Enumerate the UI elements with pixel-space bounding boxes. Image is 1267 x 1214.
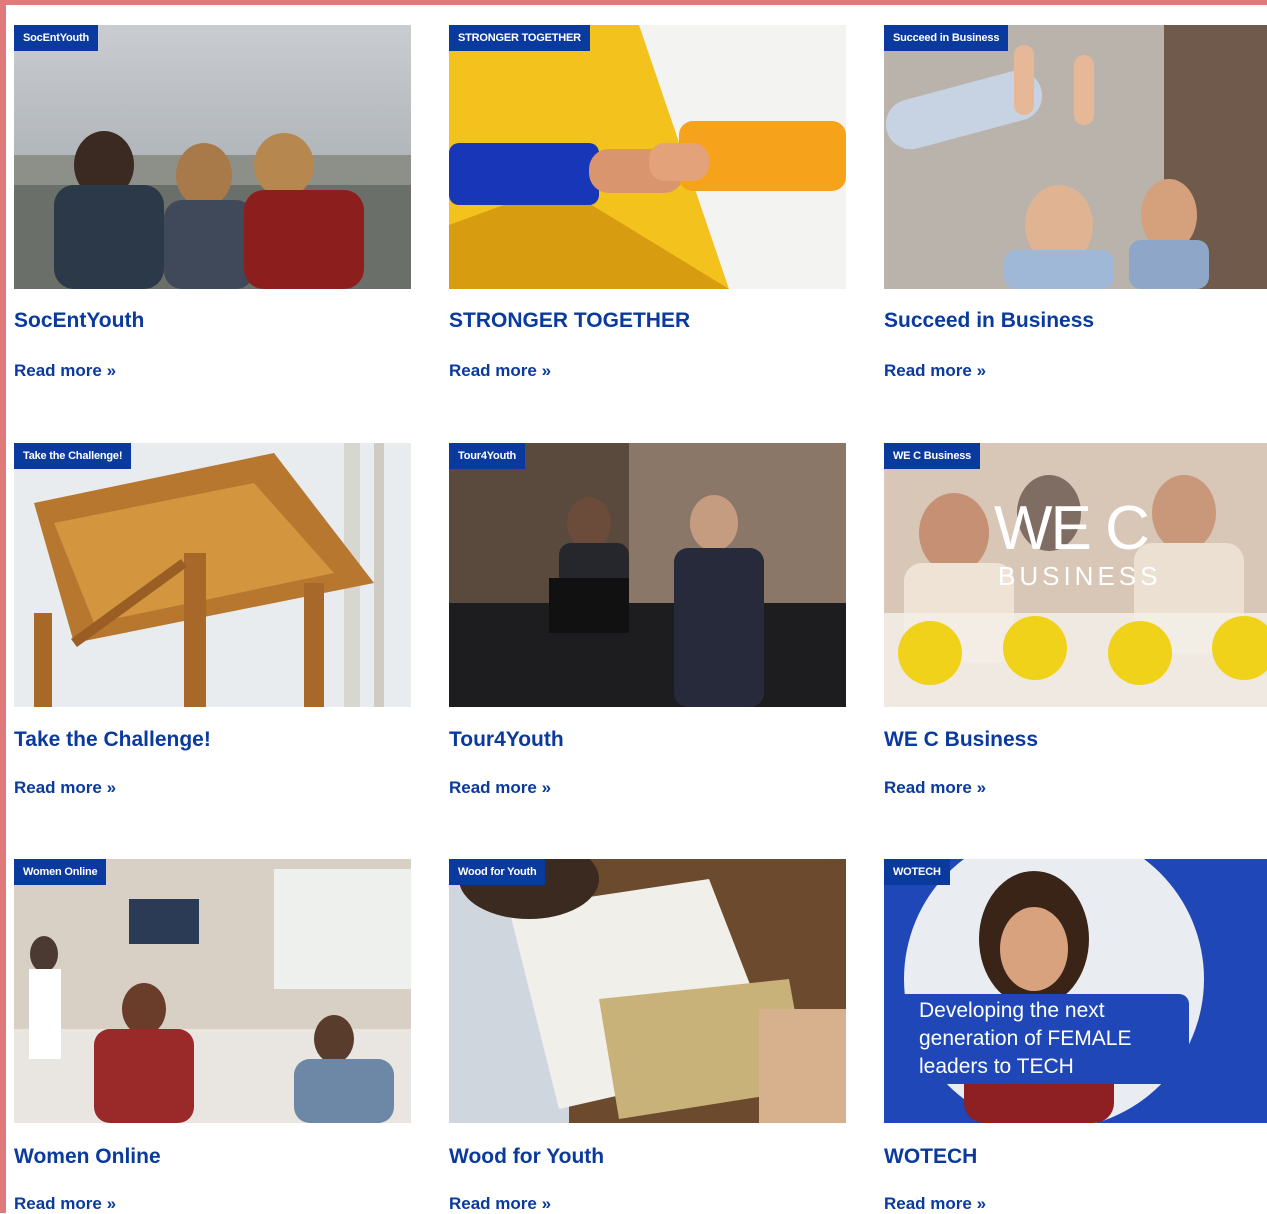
project-tag: Women Online — [14, 859, 107, 885]
we-c-logo-text: WE C — [994, 494, 1150, 563]
project-image-women-online[interactable]: Women Online — [14, 859, 411, 1123]
project-tag: Tour4Youth — [449, 443, 526, 469]
read-more-link[interactable]: Read more » — [449, 778, 551, 798]
project-image-take-the-challenge[interactable]: Take the Challenge! — [14, 443, 411, 707]
project-tag: STRONGER TOGETHER — [449, 25, 590, 51]
smiling-woman-tech-image — [884, 859, 1267, 1123]
people-overlooking-city-image — [14, 25, 411, 289]
project-image-wotech[interactable]: Developing the next generation of FEMALE… — [884, 859, 1267, 1123]
women-high-five-image — [884, 25, 1267, 289]
project-title[interactable]: Take the Challenge! — [14, 728, 211, 752]
workshop-room-image — [14, 859, 411, 1123]
read-more-link[interactable]: Read more » — [449, 1194, 551, 1214]
project-tag: Succeed in Business — [884, 25, 1009, 51]
read-more-link[interactable]: Read more » — [449, 361, 551, 381]
project-image-socentyouth[interactable]: SocEntYouth — [14, 25, 411, 289]
project-title[interactable]: SocEntYouth — [14, 309, 144, 333]
wooden-pergola-image — [14, 443, 411, 707]
read-more-link[interactable]: Read more » — [14, 1194, 116, 1214]
project-title[interactable]: Women Online — [14, 1145, 161, 1169]
project-tag: Take the Challenge! — [14, 443, 132, 469]
hotel-reception-image — [449, 443, 846, 707]
project-title[interactable]: WE C Business — [884, 728, 1038, 752]
project-image-tour4youth[interactable]: Tour4Youth — [449, 443, 846, 707]
project-title[interactable]: WOTECH — [884, 1145, 977, 1169]
project-tag: Wood for Youth — [449, 859, 546, 885]
project-tag: WE C Business — [884, 443, 981, 469]
project-tag: SocEntYouth — [14, 25, 99, 51]
project-title[interactable]: Tour4Youth — [449, 728, 564, 752]
project-image-succeed-in-business[interactable]: Succeed in Business — [884, 25, 1267, 289]
person-reading-book-image — [449, 859, 846, 1123]
business-logo-text: BUSINESS — [998, 561, 1162, 591]
read-more-link[interactable]: Read more » — [884, 1194, 986, 1214]
project-title[interactable]: STRONGER TOGETHER — [449, 309, 690, 333]
project-image-wood-for-youth[interactable]: Wood for Youth — [449, 859, 846, 1123]
project-image-we-c-business[interactable]: WE C BUSINESS WE C Business — [884, 443, 1267, 707]
project-grid: SocEntYouth SocEntYouth Read more » STRO… — [0, 0, 1267, 1213]
project-image-stronger-together[interactable]: STRONGER TOGETHER — [449, 25, 846, 289]
read-more-link[interactable]: Read more » — [884, 778, 986, 798]
handshake-blue-yellow-image — [449, 25, 846, 289]
project-tag: WOTECH — [884, 859, 950, 885]
project-title[interactable]: Wood for Youth — [449, 1145, 604, 1169]
project-title[interactable]: Succeed in Business — [884, 309, 1094, 333]
read-more-link[interactable]: Read more » — [14, 361, 116, 381]
wotech-slogan-text: Developing the next generation of FEMALE… — [919, 999, 1132, 1078]
read-more-link[interactable]: Read more » — [884, 361, 986, 381]
read-more-link[interactable]: Read more » — [14, 778, 116, 798]
